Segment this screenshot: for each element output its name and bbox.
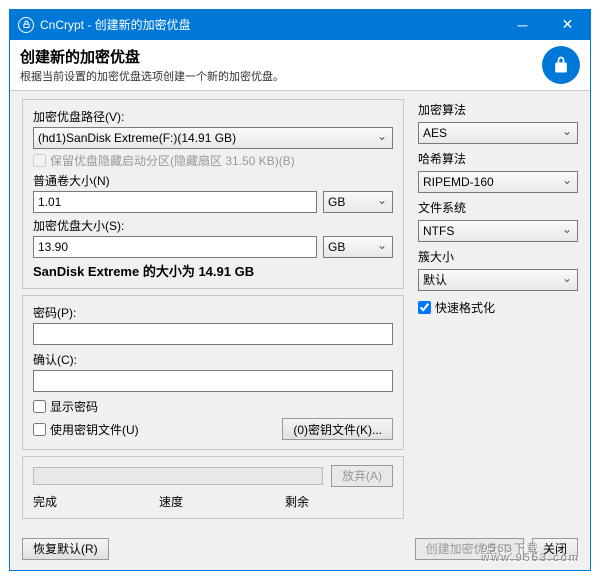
minimize-button[interactable]: ─ [500,10,545,40]
done-label: 完成 [33,493,63,510]
algo-label: 加密算法 [418,101,578,118]
reserve-label: 保留优盘隐藏启动分区(隐藏扇区 31.50 KB)(B) [50,152,295,169]
remain-label: 剩余 [285,493,315,510]
fs-select[interactable] [418,220,578,242]
cluster-select[interactable] [418,269,578,291]
remain-value [333,493,393,510]
app-window: CnCrypt - 创建新的加密优盘 ─ ✕ 创建新的加密优盘 根据当前设置的加… [9,9,591,571]
password-input[interactable] [33,323,393,345]
keyfile-button[interactable]: (0)密钥文件(K)... [282,418,393,440]
use-keyfile-checkbox[interactable] [33,423,46,436]
normal-size-input[interactable] [33,191,317,213]
use-keyfile-row[interactable]: 使用密钥文件(U) [33,421,276,438]
window-title: CnCrypt - 创建新的加密优盘 [40,16,191,33]
enc-size-unit[interactable] [323,236,393,258]
quick-format-row[interactable]: 快速格式化 [418,299,578,316]
reserve-checkbox [33,154,46,167]
progress-bar [33,467,323,485]
cluster-label: 簇大小 [418,248,578,265]
enc-size-input[interactable] [33,236,317,258]
close-button[interactable]: ✕ [545,10,590,40]
disk-path-group: 加密优盘路径(V): 保留优盘隐藏启动分区(隐藏扇区 31.50 KB)(B) … [22,99,404,289]
create-button[interactable]: 创建加密优盘(T) [415,538,524,560]
titlebar: CnCrypt - 创建新的加密优盘 ─ ✕ [10,10,590,40]
hash-label: 哈希算法 [418,150,578,167]
footer: 恢复默认(R) 创建加密优盘(T) 关闭 [10,530,590,570]
show-password-label: 显示密码 [50,398,98,415]
lock-badge-icon [542,46,580,84]
normal-size-label: 普通卷大小(N) [33,172,393,189]
quick-format-checkbox[interactable] [418,301,431,314]
show-password-row[interactable]: 显示密码 [33,398,393,415]
header-sub: 根据当前设置的加密优盘选项创建一个新的加密优盘。 [20,68,542,84]
confirm-label: 确认(C): [33,351,393,368]
use-keyfile-label: 使用密钥文件(U) [50,421,139,438]
fs-label: 文件系统 [418,199,578,216]
progress-group: 放弃(A) 完成 速度 剩余 [22,456,404,519]
algo-select[interactable] [418,122,578,144]
done-value [81,493,141,510]
speed-value [207,493,267,510]
header-heading: 创建新的加密优盘 [20,46,542,67]
abandon-button[interactable]: 放弃(A) [331,465,393,487]
speed-label: 速度 [159,493,189,510]
path-select[interactable] [33,127,393,149]
password-label: 密码(P): [33,304,393,321]
confirm-input[interactable] [33,370,393,392]
restore-defaults-button[interactable]: 恢复默认(R) [22,538,109,560]
header: 创建新的加密优盘 根据当前设置的加密优盘选项创建一个新的加密优盘。 [10,40,590,91]
reserve-checkbox-row: 保留优盘隐藏启动分区(隐藏扇区 31.50 KB)(B) [33,152,393,169]
close-footer-button[interactable]: 关闭 [532,538,578,560]
size-note: SanDisk Extreme 的大小为 14.91 GB [33,261,393,280]
show-password-checkbox[interactable] [33,400,46,413]
normal-size-unit[interactable] [323,191,393,213]
path-label: 加密优盘路径(V): [33,108,393,125]
enc-size-label: 加密优盘大小(S): [33,217,393,234]
password-group: 密码(P): 确认(C): 显示密码 使用密钥文件(U) (0)密钥文件(K).… [22,295,404,450]
hash-select[interactable] [418,171,578,193]
lock-icon [18,17,34,33]
quick-format-label: 快速格式化 [435,299,495,316]
